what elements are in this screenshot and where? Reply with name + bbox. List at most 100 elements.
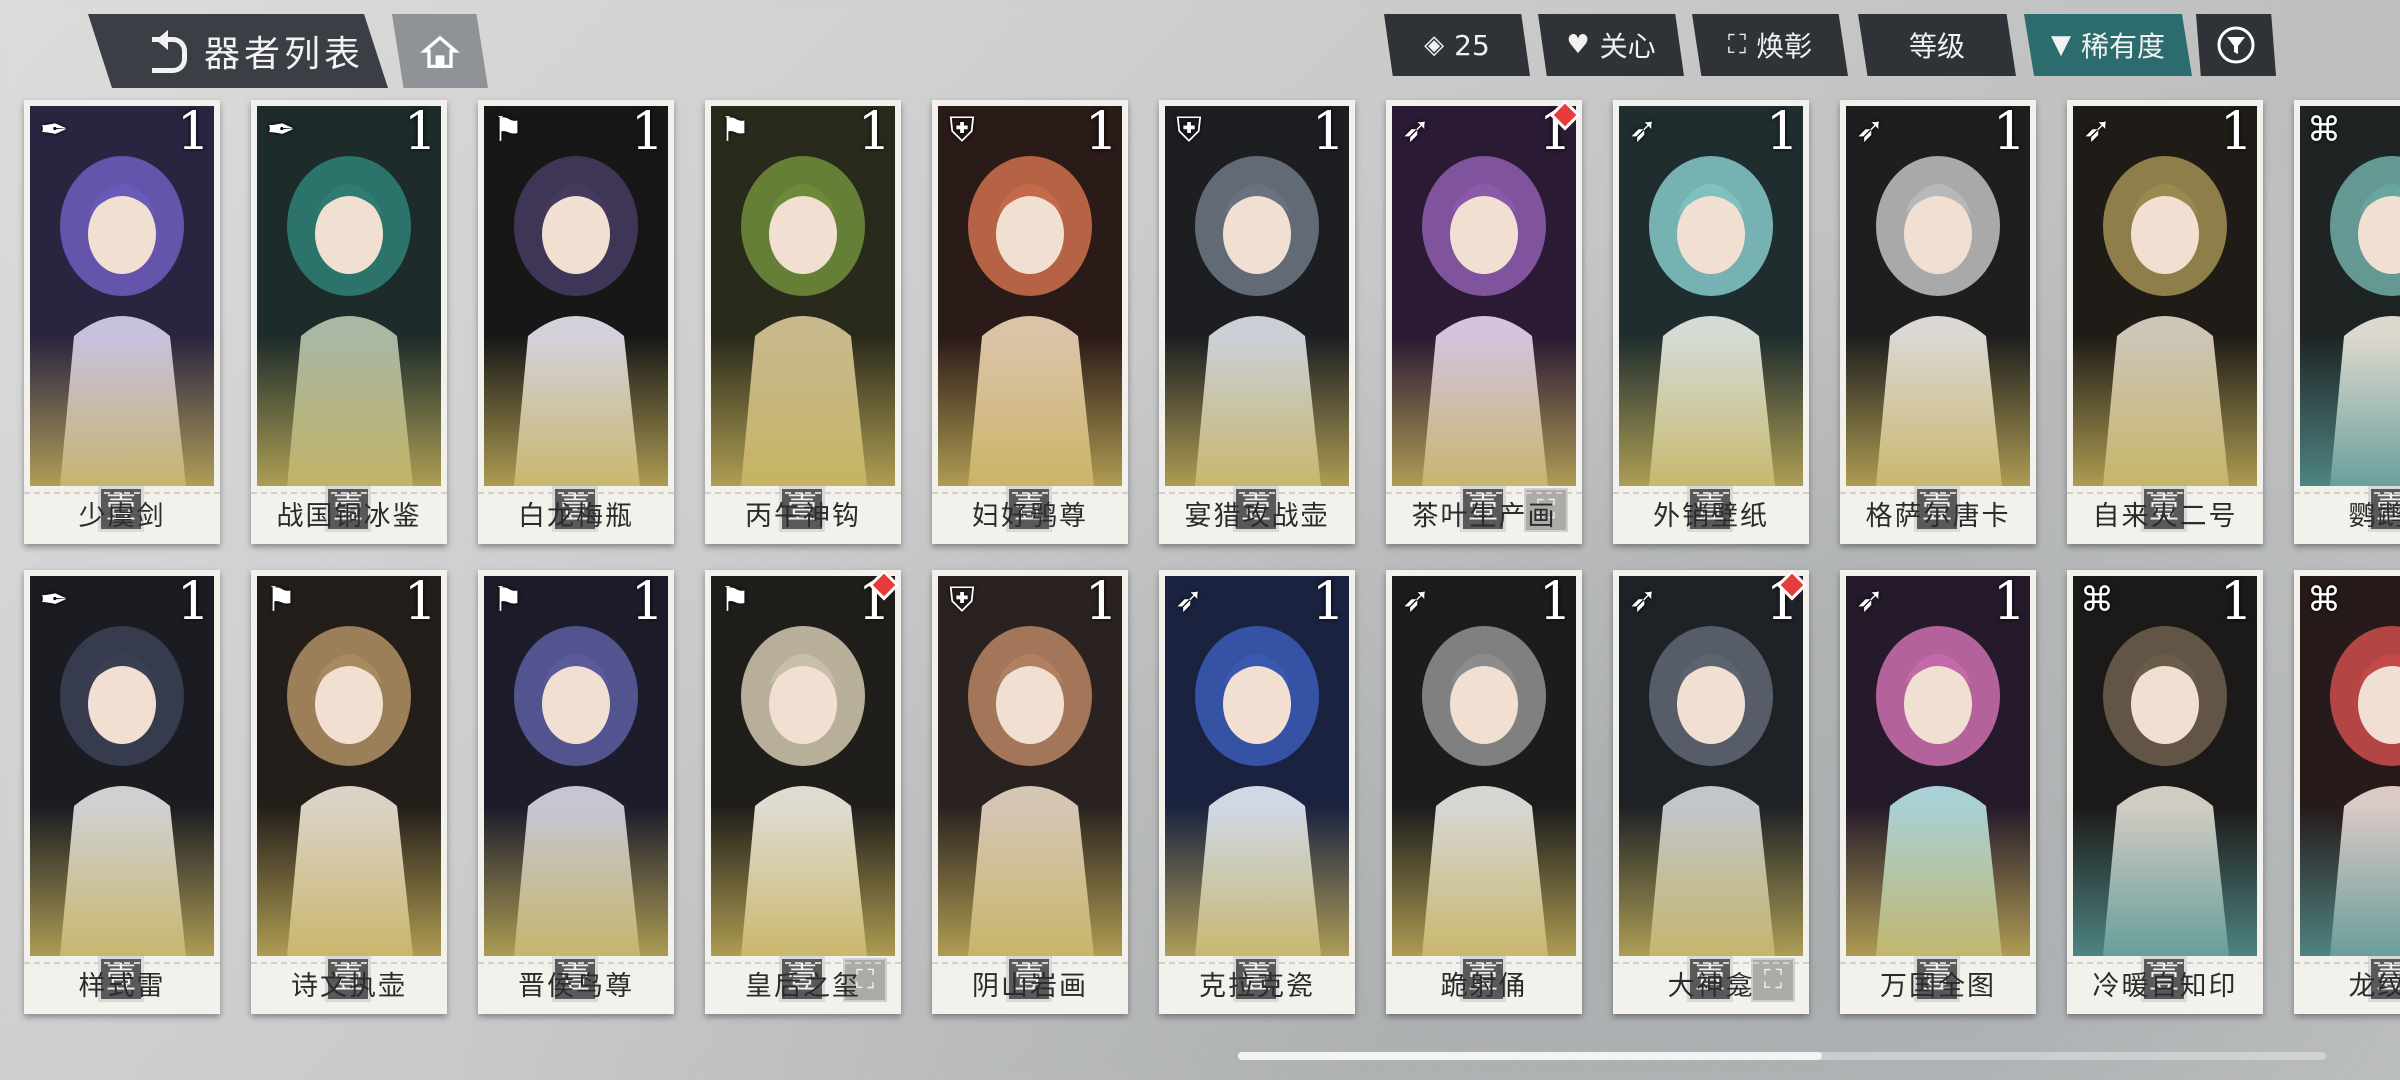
card-level: 1 bbox=[1084, 102, 1118, 162]
character-portrait bbox=[938, 576, 1122, 956]
artifact-card[interactable]: ⛨ 1 壹 宴猎攻战壶 bbox=[1159, 100, 1355, 544]
artifact-card[interactable]: ➶ 1 壹 格萨尔唐卡 bbox=[1840, 100, 2036, 544]
level-label: 等级 bbox=[1908, 30, 1965, 63]
rarity-label: 稀有度 bbox=[2080, 30, 2165, 63]
card-name: 茶叶生产画 bbox=[1386, 492, 1582, 540]
scrollbar-thumb[interactable] bbox=[1238, 1052, 1822, 1060]
sort-toolbar: ◈ 25 ♥ 关心 ⛶ 焕彰 等级 ▼ 稀有度 bbox=[0, 14, 2400, 78]
card-name: 皇后之玺 bbox=[705, 962, 901, 1010]
character-portrait bbox=[1392, 106, 1576, 486]
class-bow-icon: ➶ bbox=[1628, 580, 1658, 620]
card-level: 1 bbox=[176, 572, 210, 632]
card-name: 战国铜冰鉴 bbox=[251, 492, 447, 540]
card-level: 1 bbox=[630, 102, 664, 162]
class-quill-icon: ✒ bbox=[266, 110, 296, 150]
artifact-card[interactable]: ⌘ 1 壹 鹦鹉铃 bbox=[2294, 100, 2400, 544]
card-name: 妇好鸮尊 bbox=[932, 492, 1128, 540]
class-bow-icon: ➶ bbox=[1855, 110, 1885, 150]
character-portrait bbox=[484, 576, 668, 956]
class-quill-icon: ✒ bbox=[39, 110, 69, 150]
class-knot-icon: ⌘ bbox=[2080, 580, 2114, 620]
artifact-card[interactable]: ➶ 1 壹 外销壁纸 bbox=[1613, 100, 1809, 544]
card-level: 1 bbox=[1311, 102, 1345, 162]
card-name: 克拉克瓷 bbox=[1159, 962, 1355, 1010]
class-flag-icon: ⚑ bbox=[265, 580, 297, 620]
artifact-card[interactable]: ⛨ 1 壹 妇好鸮尊 bbox=[932, 100, 1128, 544]
awaken-label: 焕彰 bbox=[1756, 30, 1813, 63]
card-level: 1 bbox=[857, 102, 891, 162]
artifact-card[interactable]: ➶ 1 壹 自来火二号 bbox=[2067, 100, 2263, 544]
count-label: 25 bbox=[1454, 28, 1490, 62]
class-knot-icon: ⌘ bbox=[2307, 110, 2341, 150]
artifact-card[interactable]: ⚑ 1 壹 白龙梅瓶 bbox=[478, 100, 674, 544]
card-name: 鹦鹉铃 bbox=[2294, 492, 2400, 540]
filter-button[interactable] bbox=[2196, 14, 2276, 76]
card-name: 万国全图 bbox=[1840, 962, 2036, 1010]
filter-icon bbox=[2217, 26, 2255, 64]
class-shield-icon: ⛨ bbox=[1176, 110, 1202, 150]
card-level: 1 bbox=[1538, 572, 1572, 632]
rarity-sort-button[interactable]: ▼ 稀有度 bbox=[2024, 14, 2192, 76]
class-bow-icon: ➶ bbox=[1401, 110, 1431, 150]
class-shield-icon: ⛨ bbox=[949, 110, 975, 150]
character-portrait bbox=[257, 106, 441, 486]
character-portrait bbox=[257, 576, 441, 956]
card-level: 1 bbox=[176, 102, 210, 162]
artifact-card[interactable]: ➶ 1 壹 克拉克瓷 bbox=[1159, 570, 1355, 1014]
artifact-card[interactable]: ✒ 1 壹 样式雷 bbox=[24, 570, 220, 1014]
class-flag-icon: ⚑ bbox=[492, 110, 524, 150]
frame-icon: ⛶ bbox=[1727, 29, 1747, 60]
artifact-card[interactable]: ⚑ 1 壹 ⛶ 皇后之玺 bbox=[705, 569, 901, 1014]
horizontal-scrollbar[interactable] bbox=[1238, 1052, 2326, 1060]
character-portrait bbox=[2300, 106, 2400, 486]
character-portrait bbox=[711, 106, 895, 486]
artifact-card[interactable]: ⛨ 1 壹 阴山岩画 bbox=[932, 570, 1128, 1014]
artifact-card[interactable]: ⌘ 1 壹 龙纹陶 bbox=[2294, 570, 2400, 1014]
card-name: 诗文执壶 bbox=[251, 962, 447, 1010]
artifact-card[interactable]: ➶ 1 壹 ⛶ 茶叶生产画 bbox=[1386, 99, 1582, 544]
artifact-card[interactable]: ⚑ 1 壹 晋侯鸟尊 bbox=[478, 570, 674, 1014]
card-name: 跪射俑 bbox=[1386, 962, 1582, 1010]
character-portrait bbox=[1392, 576, 1576, 956]
character-portrait bbox=[1165, 576, 1349, 956]
artifact-card[interactable]: ➶ 1 壹 跪射俑 bbox=[1386, 570, 1582, 1014]
artifact-card[interactable]: ✒ 1 壹 少虞剑 bbox=[24, 100, 220, 544]
card-level: 1 bbox=[1992, 102, 2026, 162]
character-portrait bbox=[30, 576, 214, 956]
artifact-card[interactable]: ➶ 1 壹 万国全图 bbox=[1840, 570, 2036, 1014]
character-portrait bbox=[2300, 576, 2400, 956]
artifact-card[interactable]: ⌘ 1 壹 冷暖自知印 bbox=[2067, 570, 2263, 1014]
artifact-card[interactable]: ➶ 1 壹 ⛶ 大神龛 bbox=[1613, 569, 1809, 1014]
character-portrait bbox=[1846, 106, 2030, 486]
card-level: 1 bbox=[403, 572, 437, 632]
class-quill-icon: ✒ bbox=[39, 580, 69, 620]
favorite-sort-button[interactable]: ♥ 关心 bbox=[1538, 14, 1684, 76]
class-flag-icon: ⚑ bbox=[719, 110, 751, 150]
card-name: 外销壁纸 bbox=[1613, 492, 1809, 540]
card-level: 1 bbox=[2219, 102, 2253, 162]
card-level: 1 bbox=[630, 572, 664, 632]
character-portrait bbox=[938, 106, 1122, 486]
character-portrait bbox=[484, 106, 668, 486]
class-bow-icon: ➶ bbox=[1628, 110, 1658, 150]
class-bow-icon: ➶ bbox=[2082, 110, 2112, 150]
card-level: 1 bbox=[1084, 572, 1118, 632]
class-flag-icon: ⚑ bbox=[719, 580, 751, 620]
character-portrait bbox=[711, 576, 895, 956]
artifact-card[interactable]: ✒ 1 壹 战国铜冰鉴 bbox=[251, 100, 447, 544]
count-button[interactable]: ◈ 25 bbox=[1384, 14, 1530, 76]
favorite-label: 关心 bbox=[1599, 30, 1656, 63]
artifact-card[interactable]: ⚑ 1 壹 诗文执壶 bbox=[251, 570, 447, 1014]
awaken-sort-button[interactable]: ⛶ 焕彰 bbox=[1692, 14, 1848, 76]
card-name: 大神龛 bbox=[1613, 962, 1809, 1010]
class-bow-icon: ➶ bbox=[1401, 580, 1431, 620]
card-level: 1 bbox=[403, 102, 437, 162]
level-sort-button[interactable]: 等级 bbox=[1858, 14, 2016, 76]
class-flag-icon: ⚑ bbox=[492, 580, 524, 620]
card-name: 龙纹陶 bbox=[2294, 962, 2400, 1010]
triangle-down-icon: ▼ bbox=[2050, 30, 2071, 60]
artifact-card[interactable]: ⚑ 1 壹 丙午神钩 bbox=[705, 100, 901, 544]
card-name: 样式雷 bbox=[24, 962, 220, 1010]
diamond-icon: ◈ bbox=[1424, 30, 1445, 60]
card-level: 1 bbox=[1765, 102, 1799, 162]
